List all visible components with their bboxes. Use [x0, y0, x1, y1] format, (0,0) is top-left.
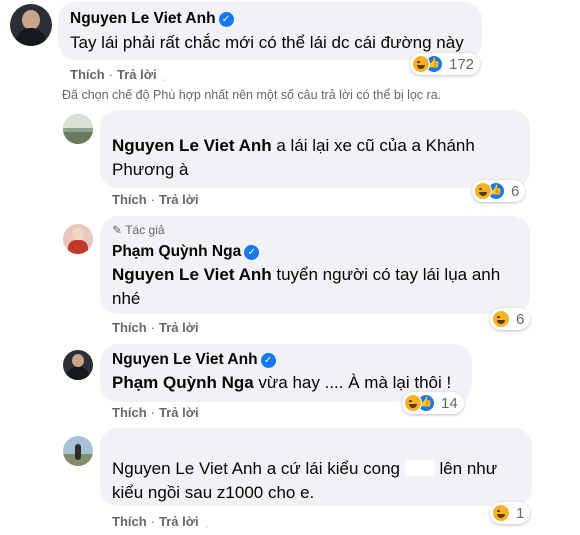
- reaction-count: 172: [449, 55, 475, 73]
- reply-actions: Thích · Trả lời: [112, 320, 199, 335]
- author-name[interactable]: Phạm Quỳnh Nga: [112, 243, 241, 260]
- author-badge-label: Tác giả: [125, 223, 165, 237]
- avatar[interactable]: [63, 114, 93, 144]
- pencil-icon: ✎: [112, 223, 123, 237]
- reply-text: Nguyen Le Viet Anh a lái lại xe cũ của a…: [112, 134, 512, 182]
- reply-author[interactable]: Nguyen Le Viet Anh ✓: [112, 351, 276, 369]
- comment-actions: Thích · Trả lời ˏ: [70, 67, 167, 82]
- avatar[interactable]: [63, 350, 93, 380]
- mention-link[interactable]: Nguyen Le Viet Anh: [112, 459, 262, 478]
- reaction-count: 1: [516, 504, 525, 522]
- verified-icon: ✓: [260, 353, 276, 368]
- reaction-summary[interactable]: 👍 172: [410, 53, 481, 75]
- timestamp-redacted: ˏ: [162, 70, 167, 82]
- reaction-count: 6: [511, 182, 520, 200]
- reply-actions: Thích · Trả lời: [112, 192, 199, 207]
- reply-body: a cứ lái kiểu cong: [261, 459, 405, 478]
- avatar[interactable]: [63, 436, 93, 466]
- like-button[interactable]: Thích: [70, 67, 105, 82]
- mention-link[interactable]: Nguyen Le Viet Anh: [112, 265, 272, 284]
- reply-button[interactable]: Trả lời: [159, 320, 199, 335]
- reply-author[interactable]: Phạm Quỳnh Nga ✓: [112, 243, 260, 261]
- reply-text: Nguyen Le Viet Anh tuyển người có tay lá…: [112, 263, 512, 311]
- mention-link[interactable]: Phạm Quỳnh Nga: [112, 373, 254, 392]
- reply-button[interactable]: Trả lời: [159, 405, 199, 420]
- filter-notice: Đã chọn chế độ Phù hợp nhất nên một số c…: [62, 88, 442, 102]
- author-badge: ✎ Tác giả: [112, 223, 165, 237]
- like-button[interactable]: Thích: [112, 192, 147, 207]
- reply-text: Nguyen Le Viet Anh a cứ lái kiểu cong lê…: [112, 457, 522, 505]
- like-button[interactable]: Thích: [112, 514, 147, 529]
- like-button[interactable]: Thích: [112, 405, 147, 420]
- reply-button[interactable]: Trả lời: [159, 192, 199, 207]
- comment-text: Tay lái phải rất chắc mới có thể lái dc …: [70, 33, 464, 52]
- reply-actions: Thích · Trả lời: [112, 405, 199, 420]
- like-button[interactable]: Thích: [112, 320, 147, 335]
- avatar[interactable]: [10, 4, 52, 46]
- haha-icon: [492, 310, 510, 328]
- reaction-summary[interactable]: 1: [490, 502, 531, 524]
- author-name[interactable]: Nguyen Le Viet Anh: [70, 10, 216, 27]
- reaction-summary[interactable]: 👍 14: [402, 392, 464, 414]
- avatar[interactable]: [63, 224, 93, 254]
- haha-icon: [412, 55, 430, 73]
- reply-body: vừa hay .... À mà lại thôi !: [253, 373, 452, 392]
- redacted-word: [404, 460, 435, 476]
- reaction-count: 14: [441, 394, 458, 412]
- reply-button[interactable]: Trả lời: [159, 514, 199, 529]
- timestamp-redacted: ˏ: [204, 517, 209, 529]
- reaction-summary[interactable]: 6: [490, 308, 531, 330]
- author-name[interactable]: Nguyen Le Viet Anh: [112, 351, 258, 368]
- mention-link[interactable]: Nguyen Le Viet Anh: [112, 136, 272, 155]
- reply-author-redacted: [112, 435, 262, 449]
- haha-icon: [492, 504, 510, 522]
- reaction-count: 6: [516, 310, 525, 328]
- comment-author[interactable]: Nguyen Le Viet Anh ✓: [70, 10, 234, 28]
- haha-icon: [474, 182, 492, 200]
- haha-icon: [404, 394, 422, 412]
- reply-author-redacted: [112, 116, 292, 130]
- reply-actions: Thích · Trả lời ˏ: [112, 514, 209, 529]
- reply-button[interactable]: Trả lời: [117, 67, 157, 82]
- reaction-summary[interactable]: 👍 6: [472, 180, 526, 202]
- verified-icon: ✓: [218, 12, 234, 27]
- verified-icon: ✓: [244, 245, 260, 260]
